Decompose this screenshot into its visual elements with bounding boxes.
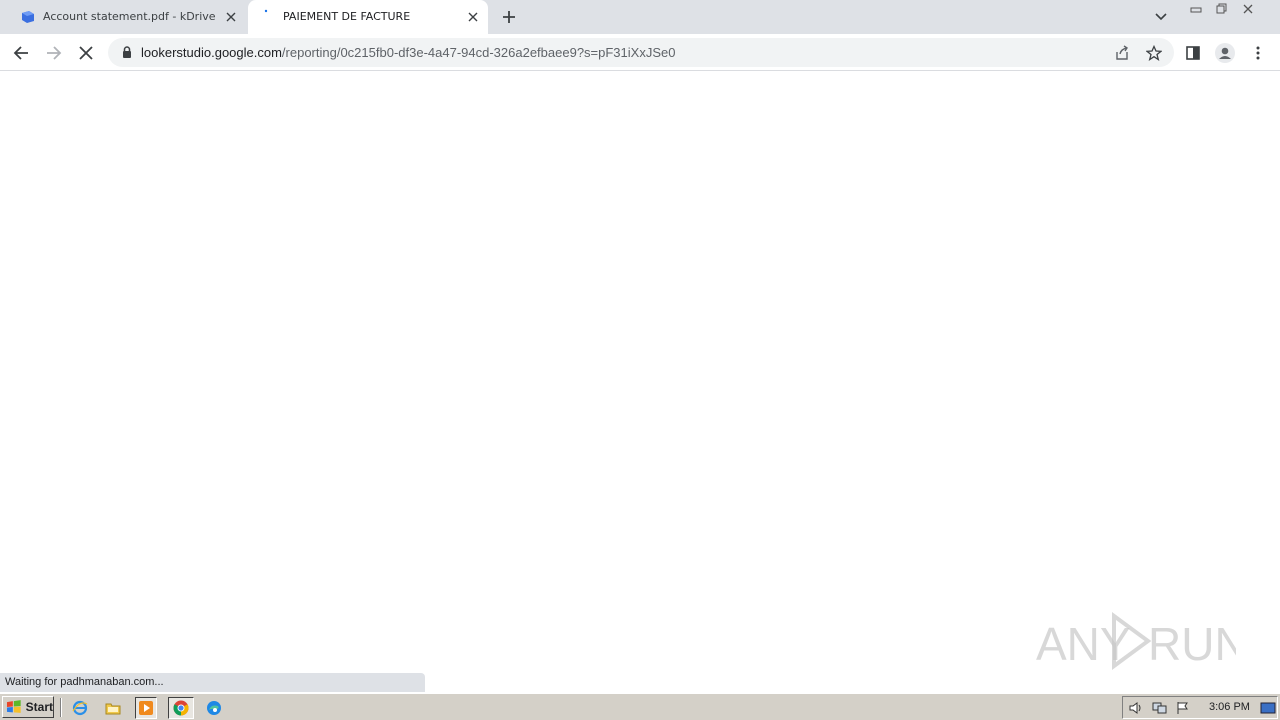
stop-loading-button[interactable] bbox=[73, 40, 99, 66]
edge-icon[interactable] bbox=[203, 697, 225, 719]
taskbar: Start 3:06 PM bbox=[0, 693, 1280, 720]
minimize-button[interactable] bbox=[1183, 0, 1209, 17]
start-label: Start bbox=[25, 700, 53, 714]
tab-kdrive[interactable]: Account statement.pdf - kDrive by Infoma… bbox=[8, 0, 246, 34]
media-player-icon[interactable] bbox=[135, 697, 157, 719]
back-button[interactable] bbox=[8, 40, 34, 66]
system-tray: 3:06 PM bbox=[1122, 696, 1278, 719]
browser-toolbar: lookerstudio.google.com/reporting/0c215f… bbox=[0, 34, 1280, 71]
address-bar[interactable]: lookerstudio.google.com/reporting/0c215f… bbox=[108, 38, 1174, 67]
lock-icon[interactable] bbox=[120, 45, 134, 59]
side-panel-button[interactable] bbox=[1180, 40, 1206, 66]
anyrun-watermark: ANY RUN bbox=[1036, 608, 1248, 674]
forward-button[interactable] bbox=[41, 40, 67, 66]
action-center-flag-icon[interactable] bbox=[1175, 700, 1191, 716]
loading-icon bbox=[260, 9, 276, 25]
page-content: ANY RUN Waiting for padhmanaban.com... bbox=[0, 72, 1280, 692]
show-desktop-icon[interactable] bbox=[1260, 700, 1276, 716]
tab-title: Account statement.pdf - kDrive by Infoma… bbox=[43, 10, 218, 23]
clock[interactable]: 3:06 PM bbox=[1209, 701, 1250, 713]
tab-search-button[interactable] bbox=[1150, 7, 1172, 27]
menu-kebab-icon[interactable] bbox=[1245, 40, 1271, 66]
url-path: /reporting/0c215fb0-df3e-4a47-94cd-326a2… bbox=[281, 45, 676, 60]
url-text[interactable]: lookerstudio.google.com/reporting/0c215f… bbox=[141, 45, 675, 60]
taskbar-divider bbox=[60, 698, 62, 717]
url-host: lookerstudio.google.com bbox=[141, 45, 282, 60]
restore-button[interactable] bbox=[1209, 0, 1235, 17]
kdrive-icon bbox=[20, 9, 36, 25]
start-button[interactable]: Start bbox=[2, 696, 54, 718]
windows-logo-icon bbox=[6, 700, 21, 713]
close-icon[interactable] bbox=[222, 8, 240, 26]
svg-text:RUN: RUN bbox=[1148, 618, 1236, 670]
profile-avatar[interactable] bbox=[1212, 40, 1238, 66]
tab-title: PAIEMENT DE FACTURE bbox=[283, 10, 411, 23]
window-controls bbox=[1183, 0, 1275, 18]
ie-icon[interactable] bbox=[69, 697, 91, 719]
close-icon[interactable] bbox=[464, 8, 482, 26]
tab-strip: Account statement.pdf - kDrive by Infoma… bbox=[0, 0, 1280, 34]
tab-paiement[interactable]: PAIEMENT DE FACTURE bbox=[248, 0, 488, 34]
new-tab-button[interactable] bbox=[497, 6, 521, 28]
status-bubble: Waiting for padhmanaban.com... bbox=[0, 673, 425, 692]
volume-icon[interactable] bbox=[1128, 700, 1144, 716]
chrome-icon[interactable] bbox=[168, 697, 194, 719]
close-window-button[interactable] bbox=[1235, 0, 1261, 17]
network-icon[interactable] bbox=[1152, 700, 1168, 716]
bookmark-star-icon[interactable] bbox=[1144, 43, 1164, 63]
share-icon[interactable] bbox=[1112, 43, 1132, 63]
folder-icon[interactable] bbox=[102, 697, 124, 719]
